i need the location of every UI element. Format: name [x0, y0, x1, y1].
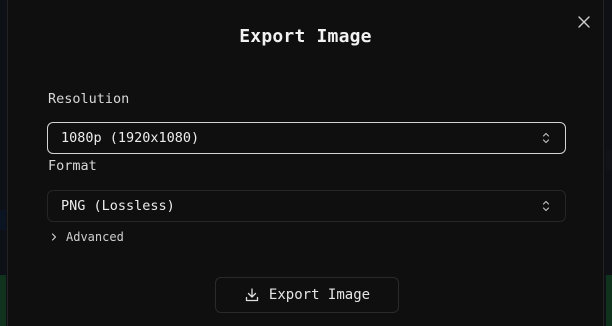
- close-button[interactable]: [574, 12, 594, 32]
- background-edge-accent: [0, 210, 6, 230]
- background-edge-right: [606, 150, 612, 170]
- chevron-right-icon: [51, 233, 57, 241]
- chevron-up-down-icon: [542, 200, 550, 212]
- close-icon: [578, 16, 590, 28]
- format-selected-value: PNG (Lossless): [61, 198, 175, 214]
- format-label: Format: [48, 158, 97, 174]
- dialog-title: Export Image: [239, 26, 372, 47]
- resolution-label: Resolution: [48, 91, 130, 107]
- chevron-up-down-icon: [542, 132, 550, 144]
- background-edge-green-left: [0, 275, 6, 326]
- format-select[interactable]: PNG (Lossless): [47, 190, 566, 222]
- export-image-dialog: Export Image Resolution 1080p (1920x1080…: [7, 0, 604, 326]
- resolution-select[interactable]: 1080p (1920x1080): [47, 122, 566, 154]
- export-button-label: Export Image: [268, 287, 371, 303]
- advanced-label: Advanced: [66, 230, 124, 244]
- download-icon: [245, 288, 259, 302]
- export-image-button[interactable]: Export Image: [215, 277, 399, 313]
- advanced-toggle[interactable]: Advanced: [49, 230, 124, 244]
- background-edge-green-right: [606, 275, 612, 326]
- resolution-selected-value: 1080p (1920x1080): [61, 130, 200, 146]
